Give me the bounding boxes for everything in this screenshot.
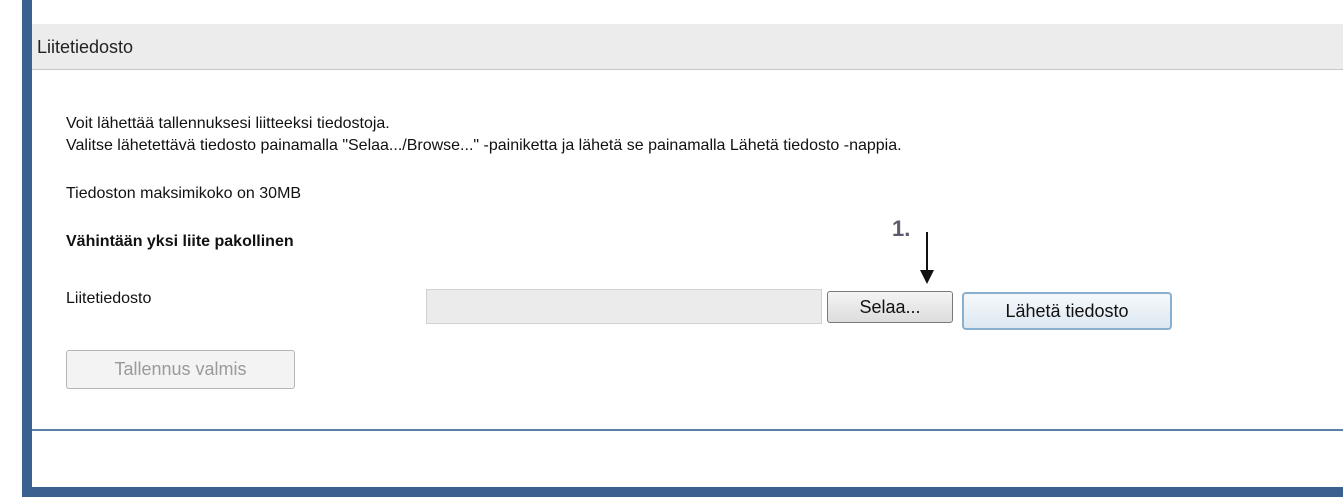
browse-button[interactable]: Selaa... — [827, 291, 953, 323]
instruction-line-2: Valitse lähetettävä tiedosto painamalla … — [66, 137, 902, 154]
frame-bottom-border — [22, 487, 1343, 497]
section-divider — [32, 429, 1343, 431]
annotation-step-number: 1. — [892, 216, 911, 241]
file-path-input[interactable] — [426, 289, 822, 324]
attachment-field-label: Liitetiedosto — [66, 290, 152, 307]
required-attachment-text: Vähintään yksi liite pakollinen — [66, 233, 294, 250]
page: Liitetiedosto Voit lähettää tallennukses… — [0, 0, 1343, 497]
frame-left-border — [22, 0, 32, 497]
instruction-line-1: Voit lähettää tallennuksesi liitteeksi t… — [66, 115, 390, 132]
send-file-button[interactable]: Lähetä tiedosto — [962, 292, 1172, 330]
max-size-text: Tiedoston maksimikoko on 30MB — [66, 185, 302, 202]
section-header: Liitetiedosto — [32, 24, 1343, 70]
down-arrow-icon — [920, 232, 934, 284]
left-margin — [0, 0, 22, 497]
section-title: Liitetiedosto — [37, 37, 134, 57]
save-complete-button[interactable]: Tallennus valmis — [66, 350, 295, 389]
